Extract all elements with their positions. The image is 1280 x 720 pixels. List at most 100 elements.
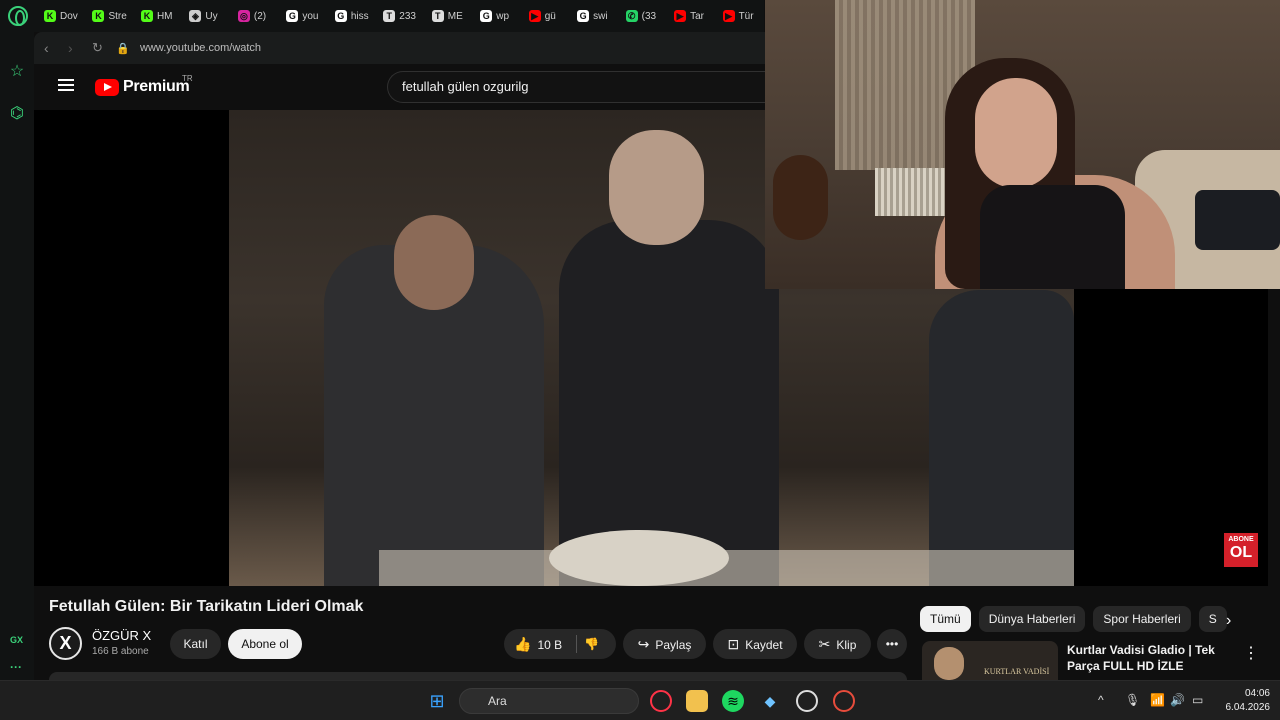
browser-sidebar: ☆ ⌬ GX ··· xyxy=(0,0,34,680)
clip-label: Klip xyxy=(836,638,857,652)
bookmark-item[interactable]: ◎ (2) xyxy=(237,10,279,22)
bookmark-label: Stre xyxy=(108,10,127,22)
chip-2[interactable]: Spor Haberleri xyxy=(1093,606,1191,632)
bookmark-label: (2) xyxy=(253,10,267,22)
forward-icon[interactable]: › xyxy=(68,40,78,56)
wifi-icon[interactable]: 📶 xyxy=(1150,693,1165,707)
bookmark-item[interactable]: ◈ Uy xyxy=(189,10,230,22)
thumbnail-text: KURTLAR VADİSİ xyxy=(984,667,1050,676)
chip-1[interactable]: Dünya Haberleri xyxy=(978,606,1086,632)
bookmark-item[interactable]: T ME xyxy=(431,10,473,22)
spotify-icon[interactable]: ≋ xyxy=(722,690,744,712)
google-icon: G xyxy=(577,10,590,22)
bookmark-item[interactable]: K Stre xyxy=(92,10,133,22)
bookmark-item[interactable]: Gyou xyxy=(286,10,327,22)
more-icon[interactable]: ··· xyxy=(10,660,22,674)
bookmark-item[interactable]: ▶ Tür xyxy=(722,10,764,22)
clip-button[interactable]: ✂ Klip xyxy=(804,629,871,659)
app-diamond-icon[interactable]: ◆ xyxy=(759,690,781,712)
clock-date: 6.04.2026 xyxy=(1225,702,1271,713)
bookmark-item[interactable]: K Dov xyxy=(44,10,85,22)
thumb-down-icon[interactable]: 👎 xyxy=(584,629,599,659)
bookmark-label: gü xyxy=(544,10,556,22)
subscribe-button[interactable]: Abone ol xyxy=(228,629,302,659)
bookmark-label: Tar xyxy=(690,10,704,22)
bookmark-item[interactable]: ▶ gü xyxy=(528,10,570,22)
bookmark-item[interactable]: ▶ Tar xyxy=(674,10,715,22)
recommendation-chips: Tümü Dünya Haberleri Spor Haberleri S xyxy=(920,606,1227,634)
bookmark-item[interactable]: ✆ (33 xyxy=(625,10,667,22)
taskbar-search-input[interactable]: Ara xyxy=(459,688,639,714)
star-icon[interactable]: ☆ xyxy=(9,64,25,80)
chevron-right-icon[interactable]: › xyxy=(1226,612,1231,630)
webcam-teddy-bear xyxy=(773,155,828,240)
bookmark-item[interactable]: Gwp xyxy=(480,10,521,22)
bookmark-label: 233 xyxy=(399,10,416,22)
windows-start-icon[interactable]: ⊞ xyxy=(426,690,448,712)
reload-icon[interactable]: ↻ xyxy=(92,40,103,56)
bookmark-item[interactable]: Gswi xyxy=(577,10,618,22)
youtube-icon: ▶ xyxy=(674,10,687,22)
video-head-center xyxy=(609,130,704,245)
instagram-icon: ◎ xyxy=(237,10,250,22)
video-head-left xyxy=(394,215,474,310)
video-plate xyxy=(549,530,729,586)
microphone-icon[interactable]: 🎙 xyxy=(1125,693,1140,707)
bookmark-label: hiss xyxy=(350,10,369,22)
search-input[interactable]: fetullah gülen ozgurilg xyxy=(387,71,767,103)
file-explorer-icon[interactable] xyxy=(686,690,708,712)
webcam-person-top xyxy=(980,185,1125,289)
webcam-overlay xyxy=(765,0,1280,289)
share-button[interactable]: ↪ Paylaş xyxy=(623,629,706,659)
gx-control-icon[interactable]: ⌬ xyxy=(9,106,25,122)
bookmark-label: Uy xyxy=(205,10,218,22)
youtube-play-icon xyxy=(95,78,119,96)
subscribe-overlay-badge[interactable]: ABONE OL xyxy=(1224,533,1258,567)
bookmark-label: wp xyxy=(496,10,510,22)
chip-3[interactable]: S xyxy=(1198,606,1227,632)
description-box[interactable] xyxy=(49,672,907,680)
tv-icon: T xyxy=(383,10,396,22)
save-button[interactable]: ⊡ Kaydet xyxy=(713,629,797,659)
diamond-icon: ◈ xyxy=(189,10,202,22)
save-label: Kaydet xyxy=(745,638,783,652)
recommendation-thumbnail[interactable]: KURTLAR VADİSİ xyxy=(922,641,1058,680)
webcam-cushion xyxy=(1195,190,1280,250)
obs-icon[interactable] xyxy=(796,690,818,712)
lock-icon: 🔒 xyxy=(116,42,130,55)
recommendation-title[interactable]: Kurtlar Vadisi Gladio | Tek Parça FULL H… xyxy=(1067,642,1227,674)
opera-gx-logo-icon[interactable] xyxy=(8,6,28,26)
bookmark-label: you xyxy=(302,10,319,22)
more-horizontal-icon: ••• xyxy=(885,637,899,651)
gx-label[interactable]: GX xyxy=(10,635,23,645)
join-button[interactable]: Katıl xyxy=(170,629,221,659)
youtube-brand: Premium xyxy=(123,78,190,95)
windows-taskbar: ⊞ ⚲ Ara ≋ ◆ ^ 🎙 📶 🔊 ▭ 04:06 6.04.2026 xyxy=(0,680,1280,720)
bookmark-item[interactable]: K HM xyxy=(140,10,182,22)
menu-icon[interactable] xyxy=(58,79,74,91)
opera-gx-taskbar-icon[interactable] xyxy=(650,690,672,712)
volume-icon[interactable]: 🔊 xyxy=(1170,693,1185,707)
thumb-up-icon[interactable]: 👍 xyxy=(514,629,531,659)
tv-icon: T xyxy=(431,10,444,22)
taskbar-clock[interactable]: 04:06 6.04.2026 xyxy=(1218,687,1271,715)
chip-0[interactable]: Tümü xyxy=(920,606,971,632)
k-icon: K xyxy=(140,10,153,22)
youtube-logo[interactable]: Premium xyxy=(95,78,190,96)
bookmark-item[interactable]: T 233 xyxy=(383,10,424,22)
channel-avatar[interactable]: X xyxy=(49,627,82,660)
url-text[interactable]: www.youtube.com/watch xyxy=(140,42,261,54)
like-count[interactable]: 10 B xyxy=(537,638,562,652)
chrome-style-icon[interactable] xyxy=(833,690,855,712)
back-icon[interactable]: ‹ xyxy=(44,40,54,56)
scissors-icon: ✂ xyxy=(818,636,831,652)
bookmark-item[interactable]: Ghiss xyxy=(334,10,376,22)
more-vertical-icon[interactable]: ⋮ xyxy=(1243,643,1259,663)
bookmark-label: ME xyxy=(447,10,463,22)
chevron-up-icon[interactable]: ^ xyxy=(1098,693,1104,707)
bookmark-icon: ⊡ xyxy=(727,636,740,652)
more-actions-button[interactable]: ••• xyxy=(877,629,907,659)
share-label: Paylaş xyxy=(655,638,692,652)
channel-name[interactable]: ÖZGÜR X xyxy=(92,628,151,643)
battery-icon[interactable]: ▭ xyxy=(1192,693,1203,707)
